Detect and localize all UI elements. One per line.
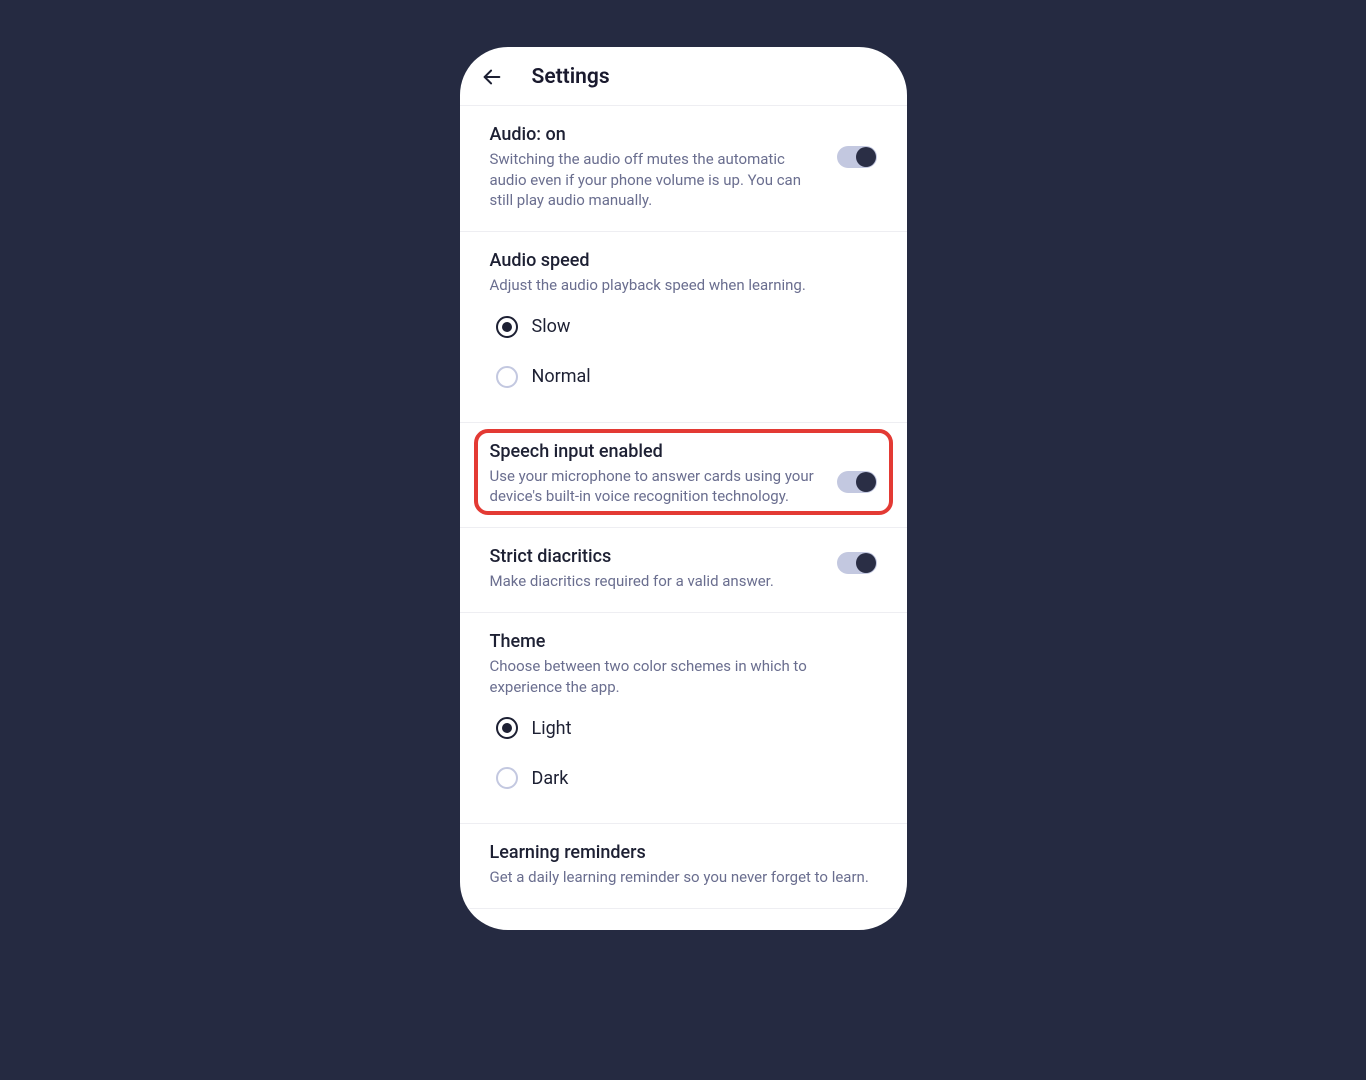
radio-dark-label: Dark [532, 768, 569, 789]
setting-diacritics-desc: Make diacritics required for a valid ans… [490, 571, 819, 592]
setting-theme: Theme Choose between two color schemes i… [460, 613, 907, 824]
arrow-left-icon [481, 66, 503, 88]
radio-icon [496, 316, 518, 338]
back-button[interactable] [480, 65, 504, 89]
radio-normal-label: Normal [532, 366, 591, 387]
radio-slow[interactable]: Slow [490, 316, 877, 352]
setting-audio: Audio: on Switching the audio off mutes … [460, 106, 907, 232]
setting-speech-desc: Use your microphone to answer cards usin… [490, 466, 819, 507]
setting-audio-speed-title: Audio speed [490, 250, 877, 271]
setting-theme-desc: Choose between two color schemes in whic… [490, 656, 877, 697]
audio-toggle[interactable] [837, 146, 877, 168]
setting-audio-desc: Switching the audio off mutes the automa… [490, 149, 819, 211]
setting-reminders-title: Learning reminders [490, 842, 877, 863]
setting-auto-advance: Auto-advance cards Submit an answer and … [460, 909, 907, 927]
setting-theme-title: Theme [490, 631, 877, 652]
setting-reminders[interactable]: Learning reminders Get a daily learning … [460, 824, 907, 909]
radio-light-label: Light [532, 718, 572, 739]
radio-icon [496, 366, 518, 388]
app-header: Settings [460, 47, 907, 106]
diacritics-toggle[interactable] [837, 552, 877, 574]
radio-dark[interactable]: Dark [490, 753, 877, 803]
radio-light[interactable]: Light [490, 717, 877, 753]
radio-slow-label: Slow [532, 316, 571, 337]
toggle-knob [856, 553, 876, 573]
setting-diacritics: Strict diacritics Make diacritics requir… [460, 528, 907, 613]
setting-reminders-desc: Get a daily learning reminder so you nev… [490, 867, 877, 888]
setting-diacritics-title: Strict diacritics [490, 546, 819, 567]
page-title: Settings [532, 65, 610, 89]
settings-list: Audio: on Switching the audio off mutes … [460, 106, 907, 927]
setting-audio-speed: Audio speed Adjust the audio playback sp… [460, 232, 907, 423]
speech-toggle[interactable] [837, 471, 877, 493]
setting-speech-input: Speech input enabled Use your microphone… [460, 423, 907, 528]
audio-speed-radio-group: Slow Normal [490, 316, 877, 402]
theme-radio-group: Light Dark [490, 717, 877, 803]
phone-frame: Settings Audio: on Switching the audio o… [460, 47, 907, 930]
setting-audio-title: Audio: on [490, 124, 819, 145]
radio-normal[interactable]: Normal [490, 352, 877, 402]
toggle-knob [856, 472, 876, 492]
setting-speech-title: Speech input enabled [490, 441, 819, 462]
toggle-knob [856, 147, 876, 167]
radio-icon [496, 767, 518, 789]
radio-icon [496, 717, 518, 739]
setting-audio-speed-desc: Adjust the audio playback speed when lea… [490, 275, 877, 296]
